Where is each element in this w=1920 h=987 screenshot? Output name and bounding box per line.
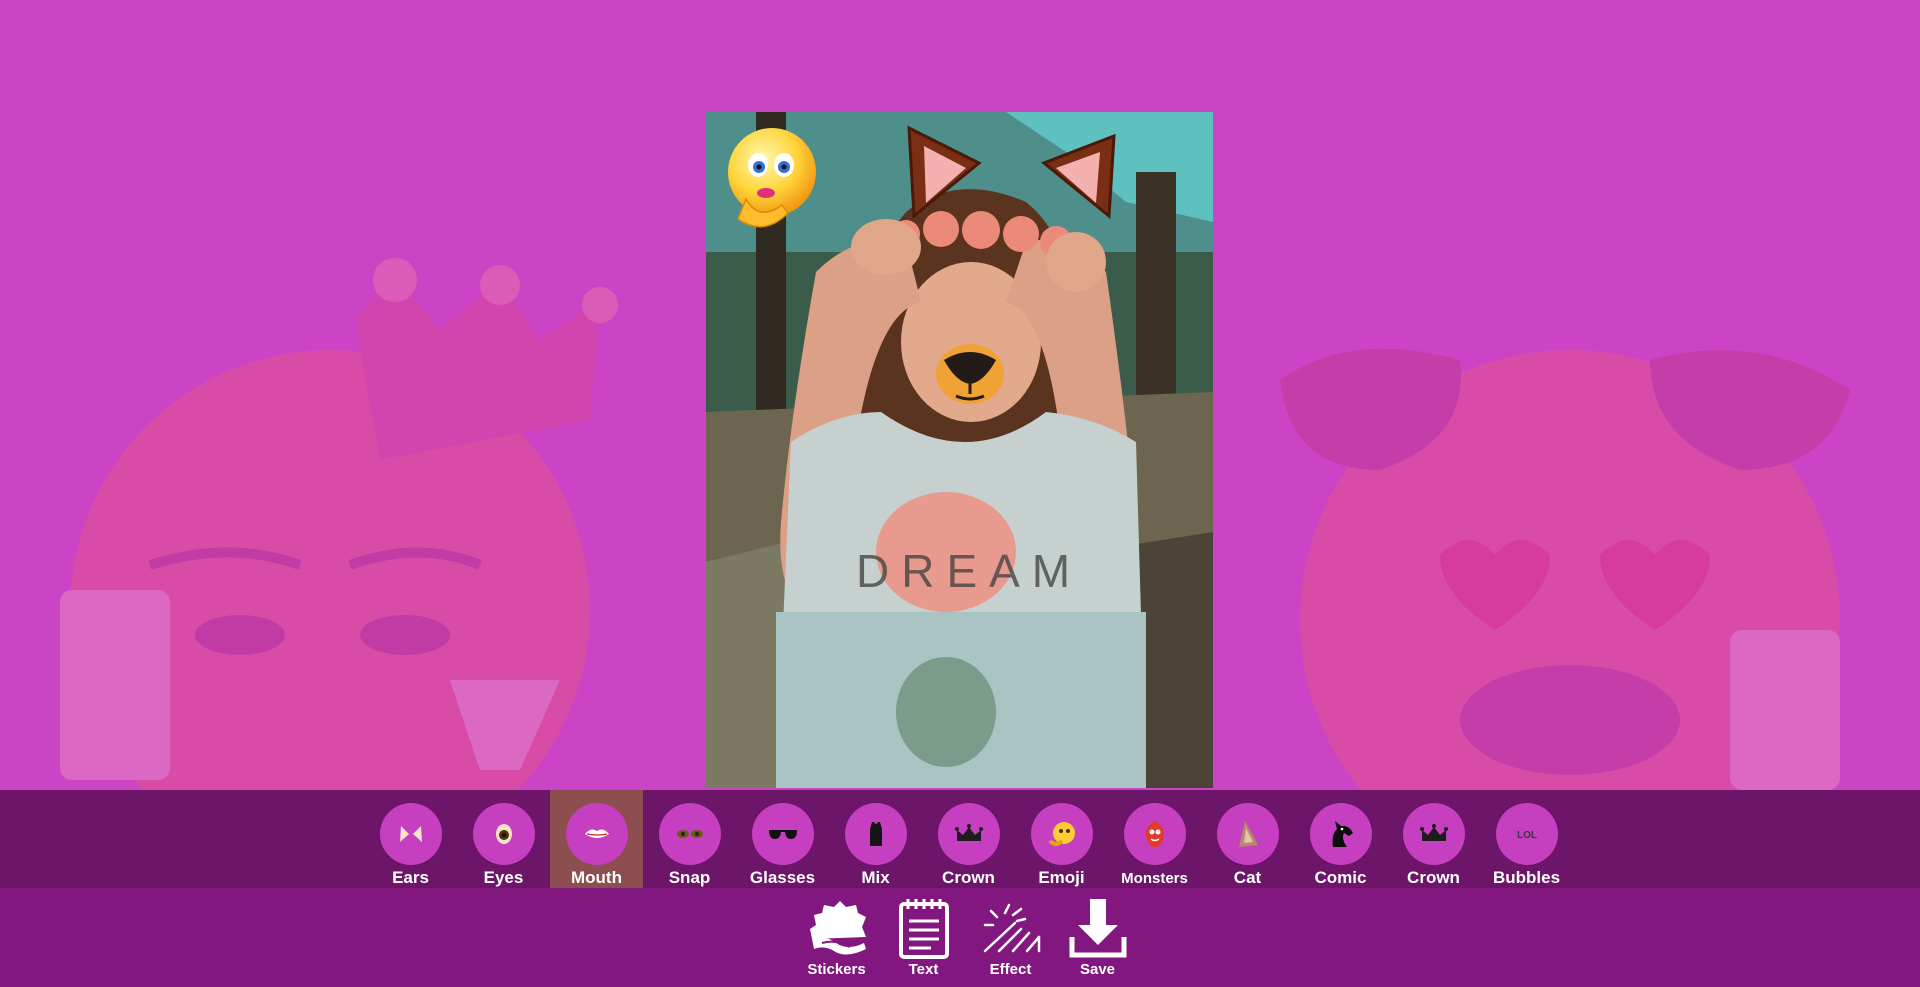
save-tool-button[interactable]: Save bbox=[1054, 888, 1141, 987]
category-snap-button[interactable]: Snap bbox=[643, 790, 736, 888]
monster-icon bbox=[1123, 803, 1186, 865]
tool-label: Effect bbox=[989, 961, 1032, 978]
category-label: Eyes bbox=[483, 868, 524, 887]
text-tool-button[interactable]: Text bbox=[880, 888, 967, 987]
snap-eyes-icon bbox=[658, 803, 721, 865]
category-crown-button[interactable]: Crown bbox=[922, 790, 1015, 888]
lol-bubble-icon: LOL bbox=[1495, 803, 1558, 865]
category-label: Ears bbox=[392, 868, 429, 887]
category-label: Crown bbox=[1407, 868, 1460, 887]
category-label: Comic bbox=[1314, 868, 1367, 887]
category-label: Emoji bbox=[1038, 868, 1085, 887]
horse-head-icon bbox=[1309, 803, 1372, 865]
crown-icon bbox=[937, 803, 1000, 865]
category-label: Mouth bbox=[571, 868, 622, 887]
stickers-tool-button[interactable]: Stickers bbox=[793, 888, 880, 987]
cat-ear-icon bbox=[1216, 803, 1279, 865]
category-monsters-button[interactable]: Monsters bbox=[1108, 790, 1201, 888]
effect-tool-button[interactable]: Effect bbox=[967, 888, 1054, 987]
thinking-emoji-sticker[interactable] bbox=[724, 127, 824, 237]
stickers-icon bbox=[804, 896, 870, 960]
category-label: Mix bbox=[861, 868, 890, 887]
category-eyes-button[interactable]: Eyes bbox=[457, 790, 550, 888]
lips-icon bbox=[565, 803, 628, 865]
magic-wand-icon bbox=[978, 896, 1044, 960]
category-label: Crown bbox=[942, 868, 995, 887]
category-bubbles-button[interactable]: LOL Bubbles bbox=[1480, 790, 1573, 888]
dog-nose-sticker[interactable] bbox=[934, 340, 1006, 405]
bubble-text: LOL bbox=[1517, 830, 1537, 841]
cat-ears-sticker[interactable] bbox=[904, 118, 1119, 223]
editor-toolbar: Stickers Text Effect Save bbox=[0, 888, 1920, 987]
sticker-category-bar: Ears Eyes Mouth Snap Glasses Mix Crown Emoji Mon… bbox=[0, 790, 1920, 888]
shirt-print-text: DREAM bbox=[856, 545, 1082, 597]
category-comic-button[interactable]: Comic bbox=[1294, 790, 1387, 888]
tool-label: Text bbox=[908, 961, 939, 978]
category-label: Monsters bbox=[1121, 870, 1188, 887]
category-ears-button[interactable]: Ears bbox=[364, 790, 457, 888]
category-glasses-button[interactable]: Glasses bbox=[736, 790, 829, 888]
category-mix-button[interactable]: Mix bbox=[829, 790, 922, 888]
category-crown-button[interactable]: Crown bbox=[1387, 790, 1480, 888]
category-label: Glasses bbox=[749, 868, 816, 887]
download-icon bbox=[1065, 896, 1131, 960]
photo-canvas[interactable]: DREAM bbox=[706, 112, 1213, 788]
category-mouth-button[interactable]: Mouth bbox=[550, 790, 643, 888]
emoji-icon bbox=[1030, 803, 1093, 865]
crown-icon bbox=[1402, 803, 1465, 865]
tool-list: Stickers Text Effect Save bbox=[793, 888, 1141, 987]
tool-label: Stickers bbox=[807, 961, 866, 978]
background-crown-emoji bbox=[60, 258, 618, 790]
category-label: Cat bbox=[1233, 868, 1262, 887]
category-label: Bubbles bbox=[1492, 868, 1561, 887]
notepad-icon bbox=[891, 896, 957, 960]
tool-label: Save bbox=[1079, 961, 1116, 978]
shirt-icon bbox=[844, 803, 907, 865]
category-list: Ears Eyes Mouth Snap Glasses Mix Crown Emoji Mon… bbox=[364, 790, 1573, 888]
category-label: Snap bbox=[668, 868, 711, 887]
category-cat-button[interactable]: Cat bbox=[1201, 790, 1294, 888]
cat-ears-icon bbox=[379, 803, 442, 865]
category-emoji-button[interactable]: Emoji bbox=[1015, 790, 1108, 888]
eye-icon bbox=[472, 803, 535, 865]
sunglasses-icon bbox=[751, 803, 814, 865]
background-dog-emoji bbox=[1280, 348, 1850, 790]
